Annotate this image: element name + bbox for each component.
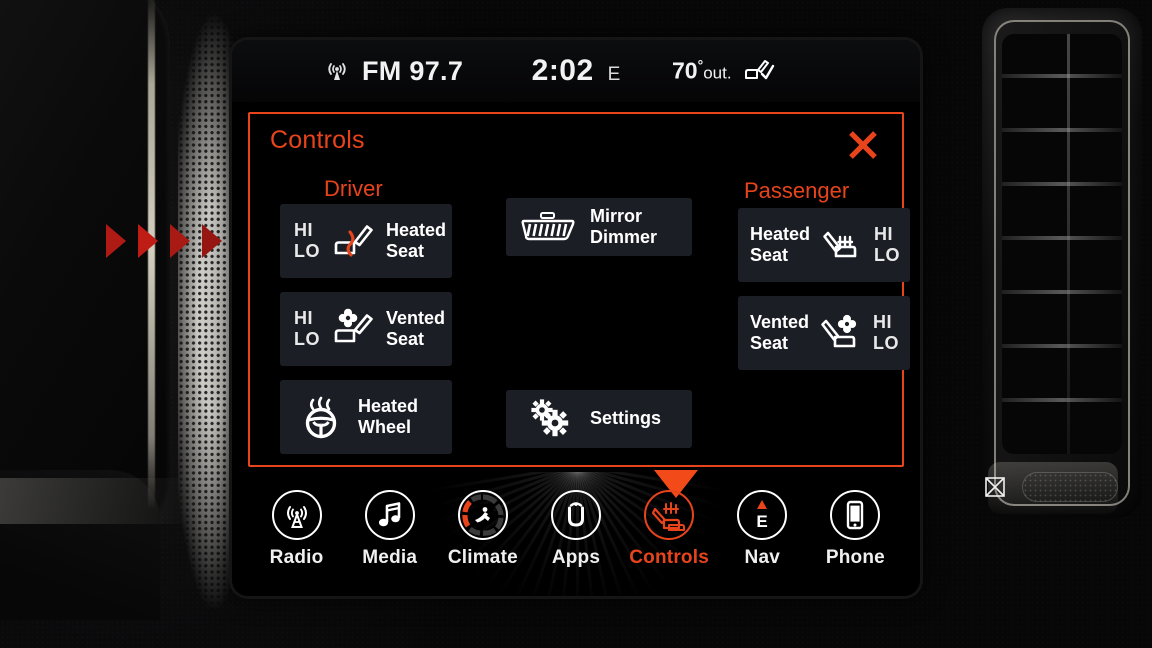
vented-seat-icon [330,307,376,351]
dashboard-scene: FM 97.7 2:02 E 70°out. Controls Driver P… [0,0,1152,648]
mirror-dimmer-icon [520,211,576,243]
driver-heated-seat-hilo[interactable]: HI LO [294,220,320,262]
driver-section-label: Driver [324,176,383,201]
chevron-right-icon [138,224,158,258]
mirror-dimmer-button[interactable]: Mirror Dimmer [506,198,692,256]
controls-seat-icon [644,490,695,540]
controls-panel: Controls Driver Passenger HI LO Heated S… [248,112,910,467]
svg-text:E: E [757,512,768,531]
driver-heated-wheel-button[interactable]: Heated Wheel [280,380,452,454]
heated-seat-indicator-icon [744,60,774,80]
hi-label: HI [873,311,893,332]
climate-dial-icon [457,490,508,540]
compass-east-icon: E [737,490,788,540]
nav-item-label: Climate [447,547,518,568]
outside-temperature-label: 70°out. [672,57,732,84]
passenger-vented-seat-button[interactable]: Vented Seat HI LO [738,296,910,370]
passenger-heated-seat-label: Heated Seat [750,223,811,265]
radio-tower-icon [271,490,322,540]
passenger-heated-seat-button[interactable]: Heated Seat HI LO [738,208,910,282]
hi-label: HI [294,219,313,240]
chevron-right-icon [170,224,190,258]
nav-item-label: Apps [551,547,601,568]
chevron-arrows-decal [104,222,228,260]
left-dash-trim-highlight [0,478,190,524]
driver-vented-seat-button[interactable]: HI LO Vented Seat [280,292,452,366]
driver-heated-seat-label: Heated Seat [386,219,447,261]
close-icon[interactable] [846,128,880,162]
nav-item-nav[interactable]: E Nav [716,490,809,569]
left-dash-panel [0,0,170,542]
passenger-heated-seat-hilo[interactable]: HI LO [874,224,900,266]
status-temp-group: 70°out. [672,57,776,85]
heated-steering-wheel-icon [296,392,346,442]
nav-item-climate[interactable]: Climate [436,490,529,569]
nav-item-label: Media [362,547,418,568]
status-time-group: 2:02 E [532,54,621,88]
heated-seat-icon [330,219,376,263]
lo-label: LO [873,333,900,353]
hi-label: HI [874,223,894,244]
vented-seat-icon [817,311,865,355]
settings-button[interactable]: Settings [506,390,692,448]
music-note-icon [364,490,415,540]
vent-close-badge-icon [985,477,1005,497]
nav-item-phone[interactable]: Phone [809,490,902,569]
panel-title: Controls [270,126,365,154]
vent-control-knob[interactable] [1022,472,1118,502]
nav-items: Radio Media Climate Apps Controls E Nav Phone [232,472,920,596]
chevron-right-icon [106,224,126,258]
chevron-right-icon [202,224,222,258]
gear-icon [526,398,572,440]
nav-item-controls[interactable]: Controls [623,490,716,569]
driver-heated-seat-button[interactable]: HI LO Heated Seat [280,204,452,278]
heated-seat-icon [818,223,866,267]
status-source-group[interactable]: FM 97.7 [324,56,463,87]
nav-item-label: Controls [629,547,709,568]
status-bar: FM 97.7 2:02 E 70°out. [232,40,920,102]
passenger-vented-seat-label: Vented Seat [750,311,810,353]
passenger-vented-seat-hilo[interactable]: HI LO [873,312,899,354]
driver-vented-seat-label: Vented Seat [386,307,446,349]
lo-label: LO [294,241,320,261]
nav-item-radio[interactable]: Radio [250,490,343,569]
nav-item-label: Nav [744,547,780,568]
passenger-section-label: Passenger [744,178,850,203]
infotainment-screen: FM 97.7 2:02 E 70°out. Controls Driver P… [232,40,920,596]
broadcast-antenna-icon [328,63,346,80]
lo-label: LO [874,245,901,265]
radio-frequency-label: FM 97.7 [362,55,464,86]
air-vent-louvers[interactable] [1002,34,1122,454]
nav-item-label: Phone [825,547,885,568]
nav-item-label: Radio [269,547,324,568]
clock-label: 2:02 [531,54,594,87]
apps-uconnect-icon [550,490,601,540]
driver-heated-wheel-label: Heated Wheel [358,395,419,437]
lo-label: LO [294,329,320,349]
mirror-dimmer-label: Mirror Dimmer [590,205,658,247]
hi-label: HI [294,307,313,328]
nav-item-apps[interactable]: Apps [529,490,622,569]
nav-item-media[interactable]: Media [343,490,436,569]
bottom-nav-bar: Radio Media Climate Apps Controls E Nav Phone [232,470,920,596]
settings-label: Settings [590,408,662,429]
driver-vented-seat-hilo[interactable]: HI LO [294,308,320,350]
compass-heading-label: E [607,64,621,85]
phone-icon [830,490,881,540]
